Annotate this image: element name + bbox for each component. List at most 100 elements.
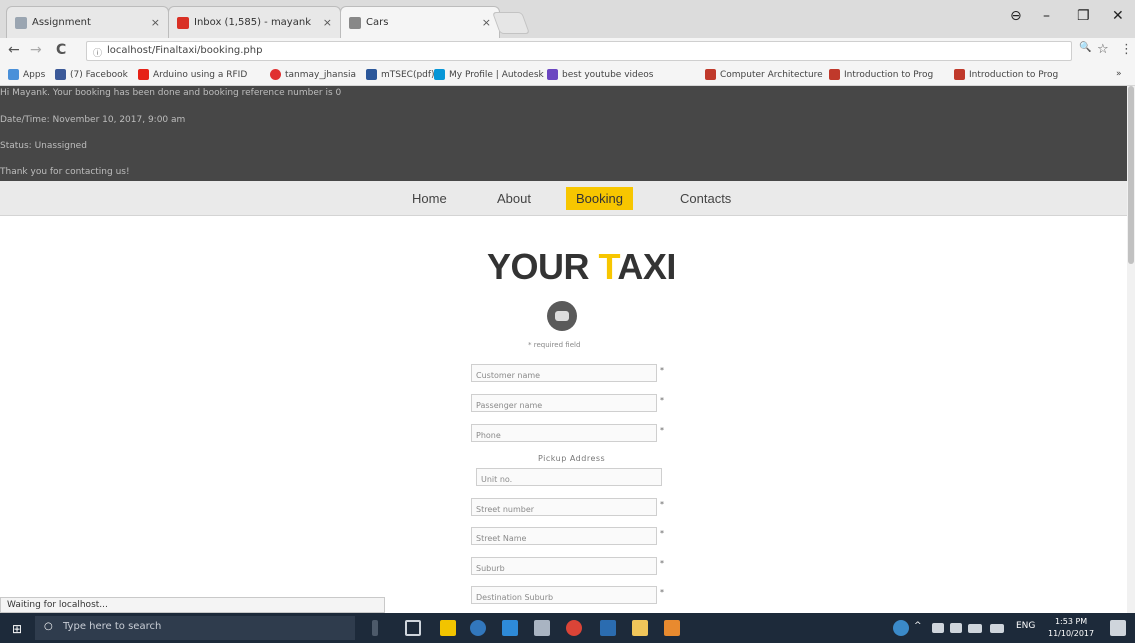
autodesk-icon	[434, 69, 445, 80]
task-view-icon[interactable]	[405, 620, 421, 636]
required-marker: *	[660, 500, 664, 509]
word-icon[interactable]	[600, 620, 616, 636]
bookmark-intro-prog-2[interactable]: Introduction to Prog	[954, 69, 1058, 80]
edge-browser-icon[interactable]	[470, 620, 486, 636]
language-indicator[interactable]: ENG	[1016, 621, 1035, 631]
store-icon[interactable]	[502, 620, 518, 636]
scrollbar-thumb[interactable]	[1128, 86, 1134, 264]
bookmark-youtube-videos[interactable]: best youtube videos	[547, 69, 653, 80]
tab-inbox[interactable]: Inbox (1,585) - mayank ×	[168, 6, 341, 38]
car-shape	[555, 311, 569, 321]
tab-close-icon[interactable]: ×	[323, 16, 332, 29]
course-icon	[954, 69, 965, 80]
bookmark-label: Introduction to Prog	[844, 69, 934, 80]
bookmark-label: (7) Facebook	[70, 69, 128, 80]
windows-start-icon[interactable]: ⊞	[12, 622, 22, 636]
bookmark-label: mTSEC(pdf)	[381, 69, 435, 80]
tab-title: Assignment	[32, 17, 91, 28]
nav-contacts[interactable]: Contacts	[680, 191, 731, 206]
bookmark-computer-architecture[interactable]: Computer Architecture	[705, 69, 823, 80]
bookmark-facebook[interactable]: (7) Facebook	[55, 69, 128, 80]
bookmark-intro-prog-1[interactable]: Introduction to Prog	[829, 69, 933, 80]
minimize-button[interactable]: –	[1043, 8, 1050, 24]
booking-datetime: Date/Time: November 10, 2017, 9:00 am	[0, 115, 186, 125]
required-field-note: * required field	[528, 341, 581, 349]
cortana-circle-icon: ○	[44, 621, 53, 632]
taskbar-search[interactable]: ○ Type here to search	[35, 616, 355, 640]
tab-assignment[interactable]: Assignment ×	[6, 6, 169, 38]
keyboard-icon[interactable]	[990, 624, 1004, 633]
bookmark-label: best youtube videos	[562, 69, 654, 80]
url-bar[interactable]: ⓘ localhost/Finaltaxi/booking.php	[86, 41, 1072, 61]
destination-suburb-input[interactable]	[471, 586, 657, 604]
bookmark-label: Apps	[23, 69, 46, 80]
gmail-favicon-icon	[177, 16, 189, 29]
battery-icon[interactable]	[968, 624, 982, 633]
microphone-icon[interactable]	[372, 620, 378, 636]
bookmarks-overflow-icon[interactable]: »	[1116, 69, 1122, 79]
app-icon[interactable]	[440, 620, 456, 636]
tab-title: Cars	[366, 17, 389, 28]
bookmark-tanmay[interactable]: tanmay_jhansia	[270, 69, 356, 80]
bookmark-mtsec[interactable]: mTSEC(pdf)	[366, 69, 435, 80]
forward-button[interactable]: →	[30, 42, 42, 58]
close-window-button[interactable]: ✕	[1112, 8, 1124, 24]
bookmark-label: Arduino using a RFID	[153, 69, 248, 80]
tab-close-icon[interactable]: ×	[151, 16, 160, 29]
page-scrollbar[interactable]	[1127, 86, 1135, 613]
nav-home[interactable]: Home	[412, 191, 447, 206]
clock-date: 11/10/2017	[1048, 629, 1095, 638]
required-marker: *	[660, 366, 664, 375]
bookmark-star-icon[interactable]: ☆	[1097, 42, 1109, 57]
street-name-input[interactable]	[471, 527, 657, 545]
people-tray-icon[interactable]	[893, 620, 909, 636]
back-button[interactable]: ←	[8, 42, 20, 58]
maximize-button[interactable]: ❐	[1077, 8, 1090, 24]
brand-title: YOUR TAXI	[487, 246, 676, 288]
photos-icon[interactable]	[534, 620, 550, 636]
tray-overflow-icon[interactable]: ^	[914, 621, 922, 631]
info-icon[interactable]: ⓘ	[93, 46, 102, 59]
apps-grid-icon	[8, 69, 19, 80]
street-number-input[interactable]	[471, 498, 657, 516]
required-marker: *	[660, 588, 664, 597]
tab-cars[interactable]: Cars ×	[340, 6, 500, 38]
youtube-icon	[138, 69, 149, 80]
page-viewport: Hi Mayank. Your booking has been done an…	[0, 86, 1127, 613]
docs-favicon-icon	[15, 16, 27, 29]
chrome-icon[interactable]	[566, 620, 582, 636]
taskbar-clock[interactable]: 1:53 PM 11/10/2017	[1048, 616, 1094, 640]
unit-number-input[interactable]	[476, 468, 662, 486]
windows-taskbar: ⊞ ○ Type here to search ^ ENG 1:53 PM 11…	[0, 613, 1135, 643]
phone-input[interactable]	[471, 424, 657, 442]
course-icon	[705, 69, 716, 80]
thank-you-message: Thank you for contacting us!	[0, 167, 130, 177]
user-profile-icon[interactable]: ⊖	[1010, 8, 1022, 24]
volume-icon[interactable]	[950, 623, 962, 633]
course-icon	[829, 69, 840, 80]
bookmarks-bar: Apps (7) Facebook Arduino using a RFID t…	[0, 64, 1135, 86]
required-marker: *	[660, 559, 664, 568]
reload-button[interactable]: C	[56, 42, 66, 58]
bookmark-label: My Profile | Autodesk	[449, 69, 544, 80]
clock-time: 1:53 PM	[1054, 617, 1088, 626]
file-explorer-icon[interactable]	[632, 620, 648, 636]
browser-tab-strip: Assignment × Inbox (1,585) - mayank × Ca…	[0, 0, 1135, 38]
zoom-icon[interactable]: 🔍	[1079, 42, 1091, 53]
xampp-icon[interactable]	[664, 620, 680, 636]
bookmark-arduino[interactable]: Arduino using a RFID	[138, 69, 247, 80]
bookmark-autodesk[interactable]: My Profile | Autodesk	[434, 69, 544, 80]
browser-menu-icon[interactable]: ⋮	[1120, 42, 1133, 57]
suburb-input[interactable]	[471, 557, 657, 575]
tab-close-icon[interactable]: ×	[482, 16, 491, 29]
customer-name-input[interactable]	[471, 364, 657, 382]
pickup-address-label: Pickup Address	[538, 454, 606, 463]
network-icon[interactable]	[932, 623, 944, 633]
booking-status: Status: Unassigned	[0, 141, 87, 151]
notification-center-icon[interactable]	[1110, 620, 1126, 636]
passenger-name-input[interactable]	[471, 394, 657, 412]
nav-about[interactable]: About	[497, 191, 531, 206]
nav-booking[interactable]: Booking	[566, 187, 633, 210]
bookmark-apps[interactable]: Apps	[8, 69, 45, 80]
status-bar: Waiting for localhost...	[0, 597, 385, 613]
